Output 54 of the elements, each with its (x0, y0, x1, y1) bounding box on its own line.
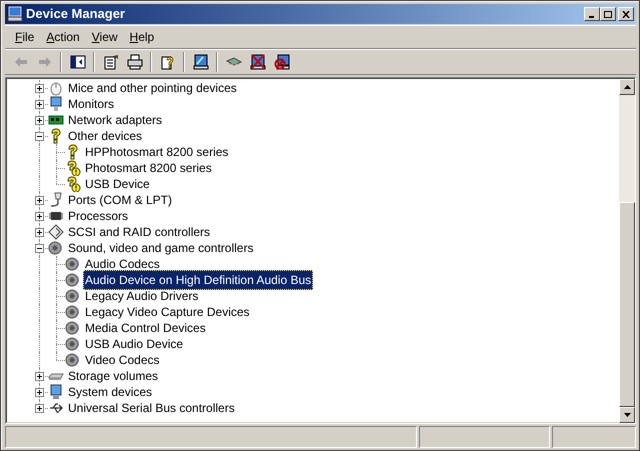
speaker-icon (65, 320, 81, 336)
speaker-icon (65, 256, 81, 272)
speaker-icon (65, 304, 81, 320)
speaker-icon (65, 352, 81, 368)
expand-toggle[interactable] (35, 372, 44, 381)
close-button[interactable] (618, 7, 634, 21)
maximize-icon (604, 10, 612, 18)
tree-item[interactable]: SCSI and RAID controllers (67, 223, 212, 241)
menu-item[interactable]: Action (40, 28, 86, 46)
down-arrow-icon (624, 413, 630, 417)
tree-item[interactable]: Universal Serial Bus controllers (67, 399, 236, 417)
tree-item[interactable]: Ports (COM & LPT) (67, 191, 174, 209)
speaker-icon (48, 240, 64, 256)
tree-item[interactable]: Storage volumes (67, 367, 160, 385)
tree-item[interactable]: Audio Device on High Definition Audio Bus (83, 270, 314, 290)
maximize-button[interactable] (600, 7, 616, 21)
speaker-icon (65, 336, 81, 352)
tree-item[interactable]: Other devices (67, 127, 144, 145)
up-arrow-icon (624, 85, 630, 89)
computer-icon (7, 6, 23, 22)
expand-toggle[interactable] (35, 100, 44, 109)
tree-item[interactable]: Network adapters (67, 111, 164, 129)
expand-toggle[interactable] (35, 84, 44, 93)
monitor-icon (48, 96, 64, 112)
vertical-scrollbar[interactable] (619, 78, 635, 423)
computer-icon (48, 384, 64, 400)
tree-item[interactable]: Sound, video and game controllers (67, 239, 254, 257)
menu-item[interactable]: View (86, 28, 124, 46)
warning-question-icon (65, 176, 81, 192)
menu-item[interactable]: File (9, 28, 40, 46)
expand-toggle[interactable] (35, 388, 44, 397)
speaker-icon (65, 272, 81, 288)
speaker-icon (65, 288, 81, 304)
scrollbar-thumb[interactable] (619, 202, 635, 407)
expand-toggle[interactable] (35, 404, 44, 413)
expand-toggle[interactable] (35, 196, 44, 205)
menu-item[interactable]: Help (124, 28, 160, 46)
collapse-toggle[interactable] (35, 244, 44, 253)
port-connector-icon (48, 192, 64, 208)
expand-toggle[interactable] (35, 228, 44, 237)
scroll-up-button[interactable] (619, 79, 635, 95)
close-icon (622, 10, 630, 18)
collapse-toggle[interactable] (35, 132, 44, 141)
minimize-button[interactable] (584, 7, 600, 21)
scroll-down-button[interactable] (619, 407, 635, 423)
expand-toggle[interactable] (35, 212, 44, 221)
tree-item[interactable]: Monitors (67, 95, 116, 113)
tree-item[interactable]: Processors (67, 207, 130, 225)
window-title: Device Manager (26, 5, 125, 24)
scsi-connector-icon (48, 224, 64, 240)
warning-question-icon (65, 160, 81, 176)
tree-item[interactable]: System devices (67, 383, 154, 401)
expand-toggle[interactable] (35, 116, 44, 125)
tree-item[interactable]: Mice and other pointing devices (67, 79, 238, 97)
